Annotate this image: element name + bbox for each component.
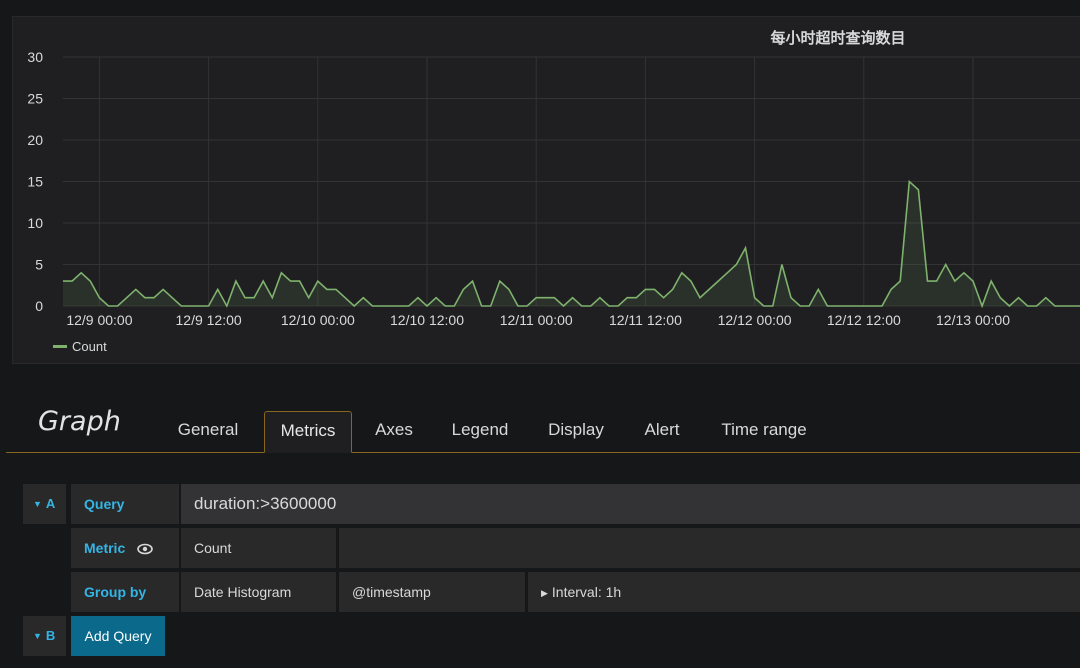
interval-label: Interval: 1h	[551, 584, 622, 600]
x-tick-label: 12/9 12:00	[176, 312, 242, 328]
x-tick-label: 12/12 12:00	[827, 312, 901, 328]
query-letter: A	[45, 496, 56, 511]
tab-time-range[interactable]: Time range	[714, 411, 814, 451]
x-tick-label: 12/11 00:00	[500, 312, 573, 328]
query-label: Query	[71, 484, 179, 524]
x-tick-label: 12/11 12:00	[609, 312, 682, 328]
series-area	[63, 181, 1080, 306]
eye-icon[interactable]	[137, 530, 153, 570]
y-tick-label: 15	[27, 174, 43, 190]
y-tick-label: 25	[27, 91, 43, 107]
timeseries-chart: 0 5 10 15 20 25 30 12/9 00:00 12/9 12:00 12/10 00…	[27, 49, 1080, 328]
metric-type[interactable]: Count	[181, 528, 336, 568]
x-tick-label: 12/10 12:00	[390, 312, 464, 328]
tab-display[interactable]: Display	[542, 411, 610, 451]
editor-title: Graph	[38, 406, 121, 437]
caret-down-icon: ▼	[33, 631, 42, 641]
y-tick-label: 20	[27, 132, 43, 148]
query-b-toggle[interactable]: ▼ B	[23, 616, 66, 656]
query-letter: B	[45, 628, 56, 643]
metric-label-cell: Metric	[71, 528, 179, 568]
x-tick-label: 12/9 00:00	[66, 312, 132, 328]
y-tick-label: 10	[27, 215, 43, 231]
y-tick-label: 0	[35, 298, 43, 314]
query-input[interactable]	[181, 484, 1080, 524]
tab-legend[interactable]: Legend	[446, 411, 514, 451]
add-query-button[interactable]: Add Query	[71, 616, 165, 656]
x-tick-label: 12/12 00:00	[718, 312, 792, 328]
metric-filler	[339, 528, 1080, 568]
legend-swatch	[53, 345, 67, 348]
metric-label: Metric	[84, 540, 126, 556]
tab-alert[interactable]: Alert	[636, 411, 688, 451]
caret-right-icon: ▶	[541, 588, 548, 598]
legend-series-label[interactable]: Count	[72, 339, 107, 354]
group-by-type[interactable]: Date Histogram	[181, 572, 336, 612]
caret-down-icon: ▼	[33, 499, 42, 509]
tab-general[interactable]: General	[168, 411, 248, 451]
tab-axes[interactable]: Axes	[368, 411, 420, 451]
legend: Count	[53, 339, 107, 354]
tab-metrics[interactable]: Metrics	[264, 411, 352, 453]
editor-header: Graph General Metrics Axes Legend Displa…	[6, 398, 1080, 453]
query-a-toggle[interactable]: ▼ A	[23, 484, 66, 524]
group-by-field[interactable]: @timestamp	[339, 572, 525, 612]
x-tick-label: 12/10 00:00	[281, 312, 355, 328]
graph-panel: 每小时超时查询数目 0 5 10 15 20 25 30 12/9 00:00 12/9 12:…	[12, 16, 1080, 364]
y-tick-label: 30	[27, 49, 43, 65]
x-tick-label: 12/13 00:00	[936, 312, 1010, 328]
y-tick-label: 5	[35, 257, 43, 273]
interval-option[interactable]: ▶ Interval: 1h	[528, 572, 1080, 612]
group-by-label: Group by	[71, 572, 179, 612]
